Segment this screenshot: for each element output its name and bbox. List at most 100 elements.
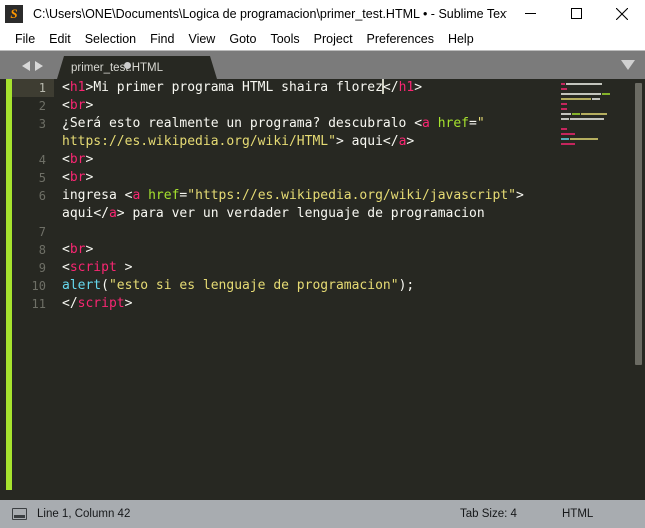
minimap-token [572, 112, 580, 115]
code-editor-pane[interactable]: 123 456 7 8 9 10 11 <h1>Mi primer programa H… [12, 79, 645, 500]
vertical-scrollbar[interactable] [634, 81, 643, 498]
code-token: "esto si es lenguaje de programacion" [108, 278, 399, 293]
code-token: > [85, 242, 94, 257]
code-token: < [62, 98, 70, 113]
minimap-token [561, 92, 601, 95]
code-line[interactable]: <h1 > Mi primer programa HTML shaira flore… [54, 79, 564, 97]
tab-bar: primer_test.HTML [0, 52, 645, 79]
minimap-token [566, 82, 602, 85]
code-token: Mi primer programa HTML shaira florez [93, 80, 383, 95]
menu-item-view[interactable]: View [181, 30, 222, 48]
vertical-scrollbar-thumb[interactable] [635, 83, 642, 365]
code-token: = [469, 116, 477, 131]
close-button[interactable] [599, 0, 645, 28]
minimap-token [561, 142, 575, 145]
code-line[interactable]: <br> [54, 169, 564, 187]
line-number-gutter: 1 2 3 4 5 6 7 8 9 10 11 [12, 79, 54, 500]
arrow-left-icon [21, 60, 30, 71]
minimap-token [570, 137, 598, 140]
gutter-line-number: 7 [38, 225, 46, 239]
gutter-line-number: 5 [38, 171, 46, 185]
minimap-token [561, 112, 571, 115]
menu-item-tools[interactable]: Tools [263, 30, 306, 48]
gutter-line-number: 11 [31, 297, 46, 311]
code-token: ingresa [62, 188, 125, 203]
sublime-logo-icon: S [5, 4, 23, 23]
window-title: C:\Users\ONE\Documents\Logica de program… [33, 6, 507, 21]
minimap-line [558, 141, 626, 146]
tab-overflow-chevron-down-icon[interactable] [621, 60, 635, 71]
code-token: < [62, 80, 70, 95]
code-token: aqui [62, 206, 94, 221]
code-token: </ [382, 134, 399, 149]
code-line[interactable]: ingresa <a href="https://es.wikipedia.or… [54, 187, 564, 205]
minimap-token [561, 137, 569, 140]
code-token: < [62, 260, 70, 275]
code-token: ); [398, 278, 415, 293]
code-token: https://es.wikipedia.org/wiki/HTML" [62, 134, 336, 149]
editor-bottom-edge [0, 490, 645, 500]
status-tab-size[interactable]: Tab Size: 4 [460, 508, 517, 520]
menu-item-preferences[interactable]: Preferences [360, 30, 441, 48]
code-token: </ [62, 296, 78, 311]
code-line[interactable]: </script> [54, 295, 564, 313]
gutter-line-number: 6 [38, 189, 46, 203]
code-token: h1 [69, 80, 86, 95]
menu-item-project[interactable]: Project [307, 30, 360, 48]
code-token: alert [62, 278, 102, 293]
code-token: " [476, 116, 485, 131]
code-line[interactable]: <br> [54, 151, 564, 169]
code-line[interactable] [54, 223, 564, 241]
code-line[interactable]: <br> [54, 241, 564, 259]
code-line[interactable]: alert("esto si es lenguaje de programaci… [54, 277, 564, 295]
code-token: href [437, 116, 469, 131]
code-token: </ [382, 80, 399, 95]
code-token: br [69, 170, 86, 185]
gutter-line-number: 9 [38, 261, 46, 275]
code-line[interactable]: ¿Será esto realmente un programa? descub… [54, 115, 564, 133]
code-token: ¿Será esto realmente un programa? descub… [62, 116, 415, 131]
minimap-token [561, 97, 591, 100]
menu-item-selection[interactable]: Selection [78, 30, 143, 48]
menu-item-file[interactable]: File [8, 30, 42, 48]
code-token: > [85, 152, 94, 167]
minimize-button[interactable] [507, 0, 553, 28]
code-token: > [85, 98, 94, 113]
status-syntax-mode[interactable]: HTML [562, 508, 593, 520]
code-token: </ [93, 206, 109, 221]
minimap-token [561, 117, 569, 120]
minimap-token [581, 112, 607, 115]
code-token: > [414, 80, 423, 95]
minimap-token [561, 107, 567, 110]
tab-label: primer_test.HTML [71, 61, 164, 74]
menu-item-goto[interactable]: Goto [222, 30, 263, 48]
code-line[interactable]: <br> [54, 97, 564, 115]
minimap[interactable] [558, 79, 626, 500]
code-line[interactable]: <script > [54, 259, 564, 277]
code-token: < [62, 242, 70, 257]
gutter-line-number: 10 [31, 279, 46, 293]
tab-nav-arrows[interactable] [12, 52, 52, 79]
gutter-line-number: 4 [38, 153, 46, 167]
maximize-button[interactable] [553, 0, 599, 28]
code-token: a [422, 116, 430, 131]
menu-item-find[interactable]: Find [143, 30, 181, 48]
minimap-token [592, 97, 600, 100]
minimap-token [561, 102, 567, 105]
menu-bar: File Edit Selection Find View Goto Tools… [0, 28, 645, 51]
title-bar: S C:\Users\ONE\Documents\Logica de progr… [0, 0, 645, 28]
editor-tab-primer-test[interactable]: primer_test.HTML [57, 56, 217, 79]
editor-window-body: primer_test.HTML 123 456 7 8 9 10 11 <h1>Mi … [0, 52, 645, 500]
code-token: br [69, 98, 86, 113]
code-token: "https://es.wikipedia.org/wiki/javascrip… [187, 188, 516, 203]
minimap-token [561, 82, 565, 85]
panel-toggle-icon[interactable] [12, 508, 27, 520]
menu-item-help[interactable]: Help [441, 30, 481, 48]
code-line[interactable]: aqui</a> para ver un verdader lenguaje d… [54, 205, 564, 223]
code-content[interactable]: <h1>Mi primer programa HTML shaira flore… [54, 79, 564, 500]
tab-modified-dot-icon[interactable] [124, 62, 131, 69]
menu-item-edit[interactable]: Edit [42, 30, 78, 48]
code-line[interactable]: https://es.wikipedia.org/wiki/HTML"> aqu… [54, 133, 564, 151]
